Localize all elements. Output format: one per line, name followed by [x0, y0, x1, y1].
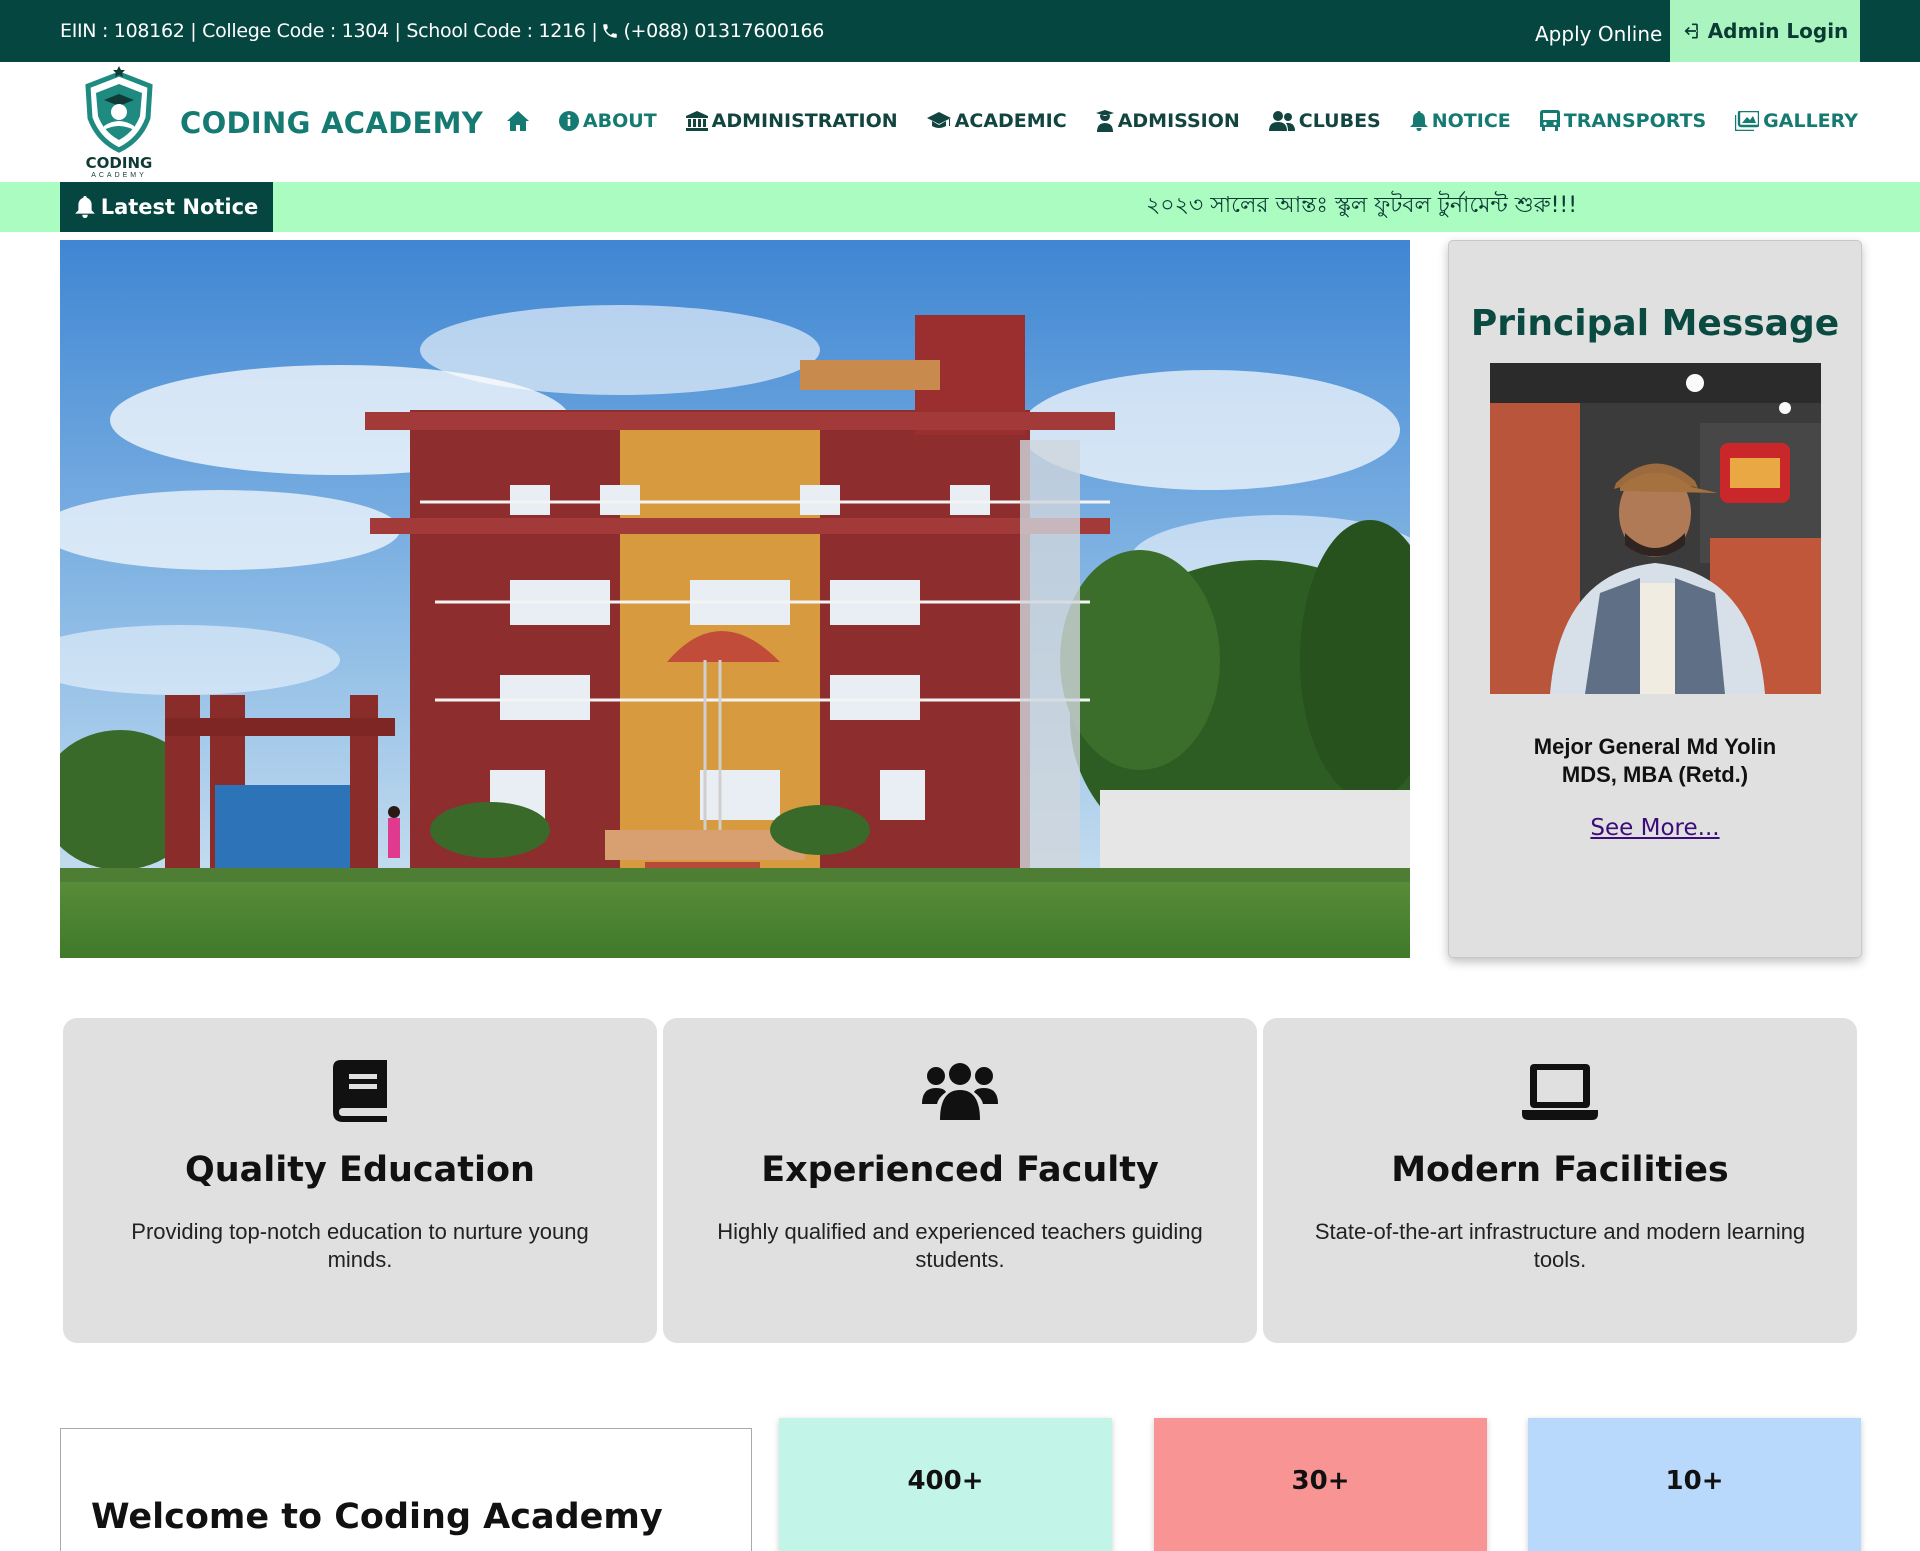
top-info-bar: EIIN : 108162 | College Code : 1304 | Sc… — [0, 0, 1920, 62]
principal-title: Principal Message — [1470, 303, 1840, 344]
feature-title: Experienced Faculty — [761, 1150, 1159, 1190]
nav-admission-label: ADMISSION — [1117, 110, 1240, 132]
graduation-cap-icon — [926, 112, 951, 128]
principal-message-card: Principal Message Mejor General Md Yolin… — [1448, 240, 1862, 958]
feature-text: State-of-the-art infrastructure and mode… — [1314, 1219, 1806, 1272]
stat-card: 10+ — [1528, 1418, 1861, 1551]
stat-card: 30+ — [1154, 1418, 1487, 1551]
principal-name-line1: Mejor General Md Yolin — [1533, 734, 1777, 759]
nav-clubes[interactable]: CLUBES — [1268, 110, 1381, 132]
phone-icon — [603, 24, 618, 38]
phone-number[interactable]: (+088) 01317600166 — [623, 0, 824, 64]
welcome-title: Welcome to Coding Academy — [91, 1497, 663, 1537]
feature-card-modern-facilities: Modern Facilities State-of-the-art infra… — [1263, 1018, 1857, 1343]
user-graduate-icon — [1095, 110, 1114, 132]
latest-notice-tag: Latest Notice — [60, 182, 273, 232]
campus-photo — [60, 240, 1410, 958]
bell-icon — [1409, 111, 1428, 131]
laptop-icon — [1522, 1064, 1598, 1120]
images-icon — [1735, 111, 1760, 131]
users-icon — [922, 1063, 998, 1120]
bell-icon — [74, 196, 95, 218]
feature-text: Highly qualified and experienced teacher… — [717, 1219, 1203, 1272]
nav-home[interactable] — [506, 110, 530, 132]
shield-logo-icon — [85, 66, 153, 153]
admin-login-button[interactable]: Admin Login — [1670, 0, 1860, 62]
principal-photo — [1490, 363, 1821, 694]
building-columns-icon — [685, 111, 708, 131]
nav-gallery[interactable]: GALLERY — [1735, 110, 1858, 132]
stat-value: 10+ — [1665, 1466, 1724, 1496]
feature-card-quality-education: Quality Education Providing top-notch ed… — [63, 1018, 657, 1343]
latest-notice-label: Latest Notice — [100, 195, 259, 219]
apply-online-link[interactable]: Apply Online — [1535, 0, 1662, 62]
home-icon — [506, 111, 529, 131]
site-header: CODING ACADEMY CODING ACADEMY ABOUT ADMI… — [0, 62, 1920, 182]
nav-transports[interactable]: TRANSPORTS — [1539, 110, 1707, 132]
codes-text: EIIN : 108162 | College Code : 1304 | Sc… — [60, 20, 598, 42]
stat-value: 400+ — [907, 1466, 984, 1496]
nav-notice-label: NOTICE — [1431, 110, 1511, 132]
feature-title: Quality Education — [185, 1150, 535, 1190]
principal-name-line2: MDS, MBA (Retd.) — [1561, 762, 1749, 787]
nav-admission[interactable]: ADMISSION — [1095, 110, 1240, 132]
feature-card-experienced-faculty: Experienced Faculty Highly qualified and… — [663, 1018, 1257, 1343]
logo-subtext: ACADEMY — [91, 172, 147, 179]
feature-title: Modern Facilities — [1391, 1150, 1729, 1190]
academy-logo[interactable]: CODING ACADEMY — [78, 66, 160, 182]
sign-in-icon — [1684, 23, 1698, 39]
notice-bar: Latest Notice ২০২৩ সালের আন্তঃ স্কুল ফুট… — [0, 182, 1920, 232]
nav-about-label: ABOUT — [582, 110, 657, 132]
principal-name: Mejor General Md Yolin MDS, MBA (Retd.) — [1449, 733, 1861, 789]
info-icon — [558, 111, 579, 131]
nav-gallery-label: GALLERY — [1763, 110, 1858, 132]
main-nav: ABOUT ADMINISTRATION ACADEMIC ADMISSION … — [477, 110, 1858, 132]
notice-marquee[interactable]: ২০২৩ সালের আন্তঃ স্কুল ফুটবল টুর্নামেন্ট… — [1146, 182, 1577, 232]
school-codes: EIIN : 108162 | College Code : 1304 | Sc… — [60, 0, 824, 62]
users-icon — [1268, 111, 1295, 131]
nav-academic[interactable]: ACADEMIC — [926, 110, 1067, 132]
logo-text: CODING — [85, 154, 153, 172]
stat-value: 30+ — [1291, 1466, 1350, 1496]
nav-clubes-label: CLUBES — [1298, 110, 1381, 132]
nav-about[interactable]: ABOUT — [558, 110, 657, 132]
nav-transports-label: TRANSPORTS — [1563, 110, 1707, 132]
admin-login-label: Admin Login — [1707, 19, 1849, 43]
nav-notice[interactable]: NOTICE — [1409, 110, 1511, 132]
nav-administration-label: ADMINISTRATION — [711, 110, 898, 132]
welcome-section: Welcome to Coding Academy — [60, 1428, 752, 1551]
book-icon — [333, 1060, 387, 1122]
nav-administration[interactable]: ADMINISTRATION — [685, 110, 898, 132]
bus-icon — [1539, 110, 1560, 131]
nav-academic-label: ACADEMIC — [954, 110, 1067, 132]
see-more-link[interactable]: See More... — [1449, 815, 1861, 841]
stat-card: 400+ — [779, 1418, 1112, 1551]
feature-text: Providing top-notch education to nurture… — [131, 1219, 589, 1272]
brand-name[interactable]: CODING ACADEMY — [180, 106, 483, 140]
